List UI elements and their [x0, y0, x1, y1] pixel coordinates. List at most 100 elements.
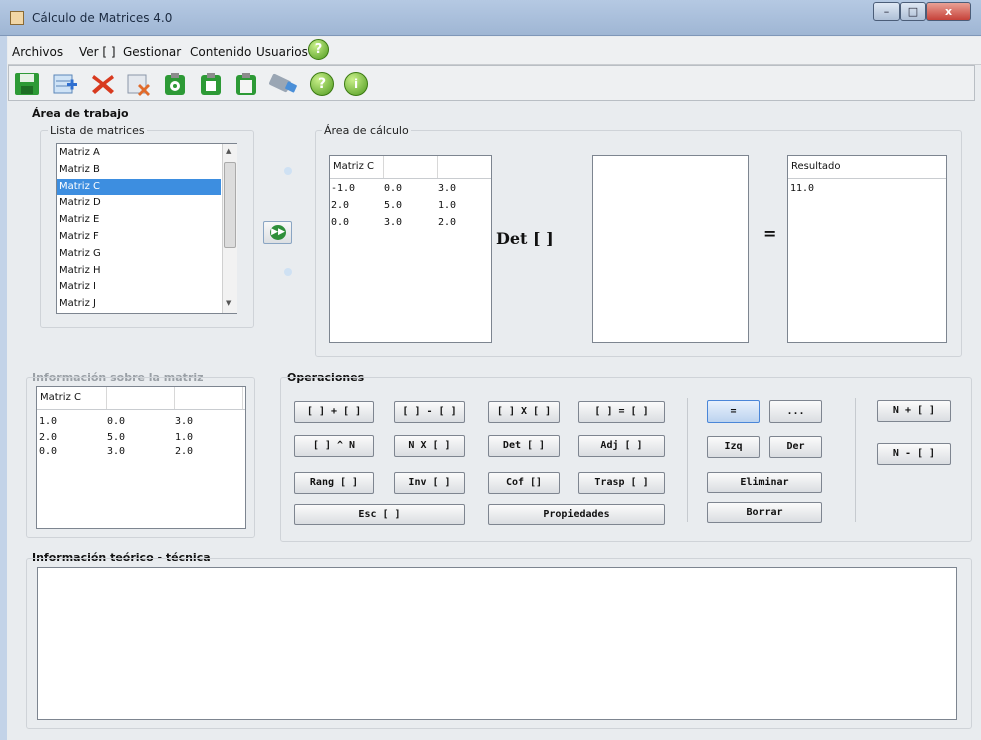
- list-item[interactable]: Matriz G: [57, 246, 221, 263]
- delete-icon[interactable]: [89, 71, 117, 97]
- table-cell[interactable]: 3.0: [175, 416, 193, 427]
- table-cell[interactable]: 2.0: [331, 200, 349, 211]
- table-cell[interactable]: 2.0: [175, 446, 193, 457]
- list-item[interactable]: Matriz H: [57, 263, 221, 280]
- table-cell[interactable]: -1.0: [331, 183, 355, 194]
- inverse-button[interactable]: Inv [ ]: [394, 472, 465, 494]
- list-item[interactable]: Matriz I: [57, 279, 221, 296]
- calc-area-label: Área de cálculo: [322, 124, 411, 137]
- add-button[interactable]: [ ] + [ ]: [294, 401, 374, 423]
- table-cell[interactable]: 0.0: [384, 183, 402, 194]
- help-icon[interactable]: ?: [308, 39, 329, 60]
- borrar-button[interactable]: Borrar: [707, 502, 822, 523]
- transfer-button[interactable]: ▶▶: [263, 221, 292, 244]
- column-header: [384, 156, 438, 178]
- about-icon[interactable]: i: [344, 72, 368, 96]
- rank-button[interactable]: Rang [ ]: [294, 472, 374, 494]
- determinant-button[interactable]: Det [ ]: [488, 435, 560, 457]
- table-cell[interactable]: 3.0: [438, 183, 456, 194]
- power-button[interactable]: [ ] ^ N: [294, 435, 374, 457]
- equals-sign: =: [763, 224, 777, 243]
- scroll-down-icon[interactable]: ▼: [226, 299, 231, 307]
- minimize-button[interactable]: –: [873, 2, 900, 21]
- save-icon[interactable]: [13, 71, 41, 97]
- subtract-button[interactable]: [ ] - [ ]: [394, 401, 465, 423]
- clipboard-paste-icon[interactable]: [197, 71, 225, 97]
- table-header: Matriz C: [330, 156, 491, 179]
- table-cell[interactable]: 5.0: [384, 200, 402, 211]
- clipboard-icon[interactable]: [232, 71, 260, 97]
- menu-ver[interactable]: Ver [ ]: [79, 45, 116, 59]
- scalar-subtract-button[interactable]: N - [ ]: [877, 443, 951, 465]
- scalar-multiply-button[interactable]: N X [ ]: [394, 435, 465, 457]
- clipboard-gear-icon[interactable]: [161, 71, 189, 97]
- table-header: Matriz C: [37, 387, 245, 410]
- indicator-dot: [284, 167, 292, 175]
- matrix-list-label: Lista de matrices: [48, 124, 147, 137]
- left-button[interactable]: Izq: [707, 436, 760, 458]
- window-frame: [0, 36, 7, 740]
- table-cell[interactable]: 2.0: [438, 217, 456, 228]
- indicator-dot: [284, 268, 292, 276]
- table-cell[interactable]: 0.0: [39, 446, 57, 457]
- remove-matrix-icon[interactable]: [125, 71, 153, 97]
- right-button[interactable]: Der: [769, 436, 822, 458]
- operand-matrix-table[interactable]: Matriz C -1.0 0.0 3.0 2.0 5.0 1.0 0.0 3.…: [329, 155, 492, 343]
- export-icon[interactable]: [268, 71, 302, 97]
- adjugate-button[interactable]: Adj [ ]: [578, 435, 665, 457]
- list-item[interactable]: Matriz B: [57, 162, 221, 179]
- table-cell[interactable]: 1.0: [438, 200, 456, 211]
- menu-bar: Archivos Ver [ ] Gestionar Contenido Usu…: [8, 37, 981, 65]
- equals-button[interactable]: =: [707, 400, 760, 423]
- more-button[interactable]: ...: [769, 400, 822, 423]
- list-item[interactable]: Matriz A: [57, 145, 221, 162]
- table-cell[interactable]: 3.0: [384, 217, 402, 228]
- properties-button[interactable]: Propiedades: [488, 504, 665, 525]
- second-operand-box[interactable]: [592, 155, 749, 343]
- list-item-selected[interactable]: Matriz C: [57, 178, 221, 196]
- table-cell[interactable]: 5.0: [107, 432, 125, 443]
- list-item[interactable]: Matriz J: [57, 296, 221, 313]
- menu-contenido[interactable]: Contenido: [190, 45, 251, 59]
- table-cell[interactable]: 0.0: [331, 217, 349, 228]
- multiply-button[interactable]: [ ] X [ ]: [488, 401, 560, 423]
- cofactor-button[interactable]: Cof []: [488, 472, 560, 494]
- scroll-up-icon[interactable]: ▲: [226, 147, 231, 155]
- forward-icon: ▶▶: [270, 225, 286, 240]
- list-item[interactable]: Matriz D: [57, 195, 221, 212]
- column-header: Resultado: [791, 161, 841, 172]
- close-button[interactable]: x: [926, 2, 971, 21]
- result-table[interactable]: Resultado 11.0: [787, 155, 947, 343]
- table-cell[interactable]: 1.0: [175, 432, 193, 443]
- table-cell[interactable]: 0.0: [107, 416, 125, 427]
- eliminar-button[interactable]: Eliminar: [707, 472, 822, 493]
- help-icon[interactable]: ?: [310, 72, 334, 96]
- menu-usuarios[interactable]: Usuarios: [256, 45, 308, 59]
- menu-gestionar[interactable]: Gestionar: [123, 45, 181, 59]
- new-matrix-icon[interactable]: [51, 71, 79, 97]
- escalonar-button[interactable]: Esc [ ]: [294, 504, 465, 525]
- table-cell[interactable]: 1.0: [39, 416, 57, 427]
- toolbar: ? i: [8, 65, 975, 101]
- list-item[interactable]: Matriz F: [57, 229, 221, 246]
- divider: [687, 398, 688, 522]
- menu-archivos[interactable]: Archivos: [12, 45, 63, 59]
- result-value[interactable]: 11.0: [790, 183, 814, 194]
- scalar-add-button[interactable]: N + [ ]: [877, 400, 951, 422]
- maximize-button[interactable]: □: [900, 2, 926, 21]
- table-cell[interactable]: 2.0: [39, 432, 57, 443]
- theory-text-area[interactable]: [37, 567, 957, 720]
- list-item[interactable]: Matriz E: [57, 212, 221, 229]
- scrollbar-thumb[interactable]: [224, 162, 236, 248]
- assign-button[interactable]: [ ] = [ ]: [578, 401, 665, 423]
- list-scrollbar[interactable]: ▲ ▼: [222, 144, 237, 313]
- info-matrix-table[interactable]: Matriz C 1.0 0.0 3.0 2.0 5.0 1.0 0.0 3.0…: [36, 386, 246, 529]
- column-header: Matriz C: [330, 156, 384, 178]
- title-bar: Cálculo de Matrices 4.0 – □ x: [0, 0, 981, 36]
- transpose-button[interactable]: Trasp [ ]: [578, 472, 665, 494]
- operation-label: Det [ ]: [496, 229, 554, 248]
- window-title: Cálculo de Matrices 4.0: [32, 11, 173, 25]
- matrix-list[interactable]: Matriz A Matriz B Matriz C Matriz D Matr…: [56, 143, 237, 314]
- table-cell[interactable]: 3.0: [107, 446, 125, 457]
- table-header: Resultado: [788, 156, 946, 179]
